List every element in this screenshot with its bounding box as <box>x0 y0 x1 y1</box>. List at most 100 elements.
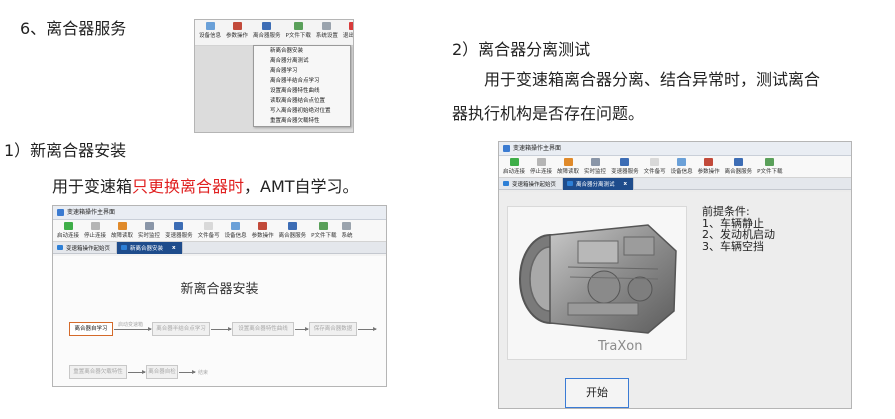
menu-item-separation-test[interactable]: 离合器分离测试 <box>254 56 350 66</box>
toolbar-settings[interactable]: 系统设置 <box>314 22 340 39</box>
toolbar-device-info[interactable]: 设备信息 <box>223 222 249 239</box>
toolbar-stop-connect[interactable]: 停止连接 <box>82 222 108 239</box>
toolbar-file-write[interactable]: 文件备写 <box>642 158 668 175</box>
step-save-data[interactable]: 保存离合器数据 <box>309 322 357 336</box>
toolbar-trans-service[interactable]: 变速器服务 <box>609 158 641 175</box>
section-title: 离合器服务 <box>46 19 127 38</box>
item2-line2: 器执行机构是否存在问题。 <box>452 104 645 123</box>
toolbar-monitor[interactable]: 实时监控 <box>582 158 608 175</box>
preconditions: 前提条件: 1、车辆静止 2、发动机启动 3、车辆空挡 <box>702 206 775 252</box>
toolbar-device-info[interactable]: 设备信息 <box>197 22 223 39</box>
arrow-label-start: 启动变速箱 <box>118 322 144 328</box>
clutch-service-icon <box>262 22 272 30</box>
stop-icon <box>536 158 546 166</box>
toolbar-label: 系统设置 <box>315 33 338 39</box>
item1-heading: 1）新离合器安装 <box>4 141 127 160</box>
tab-label: 变速箱操作起始页 <box>66 245 111 252</box>
toolbar-label: 故障读取 <box>111 233 134 239</box>
toolbar-trans-service[interactable]: 变速器服务 <box>163 222 195 239</box>
close-icon[interactable]: x <box>624 181 628 187</box>
step-half-engage-learn[interactable]: 离合器半结合点学习 <box>152 322 210 336</box>
toolbar-clutch-service[interactable]: 离合器服务 <box>251 22 283 39</box>
toolbar-params[interactable]: 参数操作 <box>696 158 722 175</box>
toolbar-label: 系统 <box>341 233 353 239</box>
menu-item-set-curve[interactable]: 设置离合器特性曲线 <box>254 86 350 96</box>
menu-item-clutch-learn[interactable]: 离合器学习 <box>254 66 350 76</box>
toolbar-label: 变速器服务 <box>165 233 193 239</box>
toolbar-label: 设备信息 <box>199 33 222 39</box>
transmission-icon <box>620 158 630 166</box>
window-titlebar: 变速箱操作主界面 <box>53 206 386 220</box>
menu-item-new-clutch-install[interactable]: 新离合器安装 <box>254 46 350 56</box>
toolbar-params[interactable]: 参数操作 <box>250 222 276 239</box>
flow-arrow <box>295 327 309 331</box>
toolbar-monitor[interactable]: 实时监控 <box>136 222 162 239</box>
toolbar-p-download[interactable]: P文件下载 <box>284 22 313 39</box>
toolbar-system[interactable]: 系统 <box>339 222 354 239</box>
step-set-curve[interactable]: 设置离合器特性曲线 <box>232 322 294 336</box>
step-clutch-check[interactable]: 离合器自检 <box>146 365 178 379</box>
menu-item-half-engage-learn[interactable]: 离合器半结合点学习 <box>254 76 350 86</box>
gear-icon <box>322 22 332 30</box>
flow-arrow <box>211 327 232 331</box>
toolbar-label: 实时监控 <box>584 169 607 175</box>
toolbar-file-write[interactable]: 文件备写 <box>196 222 222 239</box>
menu-item-read-engage-pos[interactable]: 读取离合器结合点位置 <box>254 96 350 106</box>
app-icon <box>503 145 510 152</box>
toolbar-stop-connect[interactable]: 停止连接 <box>528 158 554 175</box>
menu-item-write-abs-pos[interactable]: 写入离合器初始绝对位置 <box>254 106 350 116</box>
download-icon <box>765 158 775 166</box>
item2-heading: 2）离合器分离测试 <box>452 40 591 59</box>
tab-start-page[interactable]: 变速箱操作起始页 <box>499 177 564 190</box>
params-icon <box>232 22 242 30</box>
device-info-icon <box>677 158 687 166</box>
toolbar-label: 离合器服务 <box>253 33 281 39</box>
toolbar-label: 停止连接 <box>84 233 107 239</box>
condition-item: 3、车辆空挡 <box>702 239 764 253</box>
toolbar-label: 离合器服务 <box>278 233 307 239</box>
install-toolbar: 启动连接 停止连接 故障读取 实时监控 变速器服务 文件备写 设备信息 参数操作… <box>53 220 386 242</box>
download-icon <box>319 222 329 230</box>
toolbar-start-connect[interactable]: 启动连接 <box>501 158 527 175</box>
page-icon <box>121 245 128 250</box>
toolbar-p-download[interactable]: P文件下载 <box>755 158 784 175</box>
toolbar-label: P文件下载 <box>757 169 783 175</box>
params-icon <box>704 158 714 166</box>
toolbar-label: 故障读取 <box>557 169 580 175</box>
test-toolbar: 启动连接 停止连接 故障读取 实时监控 变速器服务 文件备写 设备信息 参数操作… <box>499 156 851 178</box>
page-icon <box>567 181 574 186</box>
start-button[interactable]: 开始 <box>565 378 629 408</box>
menu-item-reset-underload[interactable]: 重置离合器欠载特性 <box>254 116 350 126</box>
toolbar-device-info[interactable]: 设备信息 <box>669 158 695 175</box>
preconditions-title: 前提条件: <box>702 205 750 218</box>
toolbar-clutch-service[interactable]: 离合器服务 <box>723 158 755 175</box>
toolbar-params[interactable]: 参数操作 <box>224 22 250 39</box>
toolbar-clutch-service[interactable]: 离合器服务 <box>277 222 309 239</box>
toolbar-label: 启动连接 <box>57 233 80 239</box>
close-icon[interactable]: x <box>172 245 176 251</box>
install-content: 新离合器安装 离合器自学习 启动变速箱 离合器半结合点学习 设置离合器特性曲线 … <box>53 256 386 386</box>
step-reset-underload[interactable]: 重置离合器欠载特性 <box>69 365 127 379</box>
gearbox-brand: TraXon <box>598 339 643 354</box>
toolbar-fault-read[interactable]: 故障读取 <box>555 158 581 175</box>
tab-new-clutch-install[interactable]: 新离合器安装 x <box>117 241 183 254</box>
test-content: TraXon 前提条件: 1、车辆静止 2、发动机启动 3、车辆空挡 开始 <box>499 192 851 408</box>
step-clutch-self-learn[interactable]: 离合器自学习 <box>69 322 113 336</box>
section-heading: 6、离合器服务 <box>20 15 126 39</box>
window-title: 变速箱操作主界面 <box>67 209 116 216</box>
toolbar-label: 参数操作 <box>226 33 249 39</box>
toolbar-label: P文件下载 <box>311 233 337 239</box>
tab-separation-test[interactable]: 离合器分离测试 x <box>563 177 635 190</box>
toolbar-start-connect[interactable]: 启动连接 <box>55 222 81 239</box>
item1-highlight: 只更换离合器时 <box>132 177 245 196</box>
toolbar-exit[interactable]: 退出系统 <box>341 22 353 39</box>
tab-start-page[interactable]: 变速箱操作起始页 <box>53 241 118 254</box>
toolbar-label: P文件下载 <box>285 33 311 39</box>
transmission-icon <box>174 222 184 230</box>
toolbar-p-download[interactable]: P文件下载 <box>309 222 338 239</box>
page-icon <box>57 245 63 250</box>
item1-text: 用于变速箱 <box>52 177 133 196</box>
end-label: 结束 <box>198 370 209 376</box>
toolbar-fault-read[interactable]: 故障读取 <box>109 222 135 239</box>
tab-label: 离合器分离测试 <box>576 181 615 188</box>
